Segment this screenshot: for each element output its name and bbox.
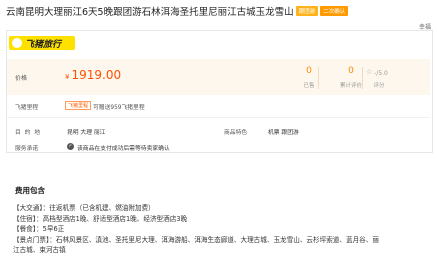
product-title: 云南昆明大理丽江6天5晚跟团游石林洱海圣托里尼丽江古城玉龙雪山 跟团游 二次确认 <box>6 4 349 18</box>
product-title-text: 云南昆明大理丽江6天5晚跟团游石林洱海圣托里尼丽江古城玉龙雪山 <box>6 7 294 18</box>
service-label: 服务承诺 <box>15 146 39 152</box>
sold-count: 0 <box>306 66 312 76</box>
fliggy-logo-text: 飞猪旅行 <box>25 40 62 50</box>
service-value: 该商品在支付成功后需等待卖家确认 <box>77 146 170 152</box>
stat-divider <box>318 67 319 89</box>
divider <box>7 117 430 118</box>
feature-value: 机票 跟团游 <box>268 130 299 136</box>
mileage-label: 飞猪里程 <box>15 105 39 111</box>
fee-line: 【住宿】：高档型酒店1晚、舒适型酒店1晚、经济型酒店3晚 <box>13 214 188 223</box>
sold-label: 已售 <box>303 83 315 89</box>
badge-group-tour: 跟团游 <box>295 6 319 16</box>
feature-label: 商品特色 <box>224 130 248 136</box>
badge-confirm: 二次确认 <box>320 6 349 16</box>
fee-section-title: 费用包含 <box>15 186 45 195</box>
price-value: ¥1919.00 <box>65 68 121 82</box>
currency-symbol: ¥ <box>65 73 70 81</box>
fliggy-logo-icon <box>12 38 22 48</box>
mileage-tag: 飞猪里程 <box>65 101 92 110</box>
price-label: 价格 <box>15 75 28 82</box>
rating-label: 评分 <box>373 83 385 89</box>
fee-line: 【大交通】：往返机票（已含机建、燃油附加费） <box>13 204 155 212</box>
fee-line: 【景点门票】：石林风景区、滇池、圣托里尼大理、洱海游船、洱海生态廊道、大理古城、… <box>13 235 379 244</box>
fee-list: 【大交通】：往返机票（已含机建、燃油附加费） 【住宿】：高档型酒店1晚、舒适型酒… <box>13 203 431 260</box>
price-amount: 1919.00 <box>71 68 122 82</box>
destination-label: 目 的 地 <box>15 130 42 136</box>
check-icon: ✓ <box>67 143 74 150</box>
mileage-text: 可赠送959飞猪里程 <box>93 105 145 111</box>
fee-line: 【餐食】：5早6正 <box>13 225 65 233</box>
rating-value: -/5.0 <box>374 70 388 77</box>
fee-line: 江古城、束河古镇 <box>13 246 66 254</box>
destination-value: 昆明 大理 丽江 <box>67 130 106 136</box>
